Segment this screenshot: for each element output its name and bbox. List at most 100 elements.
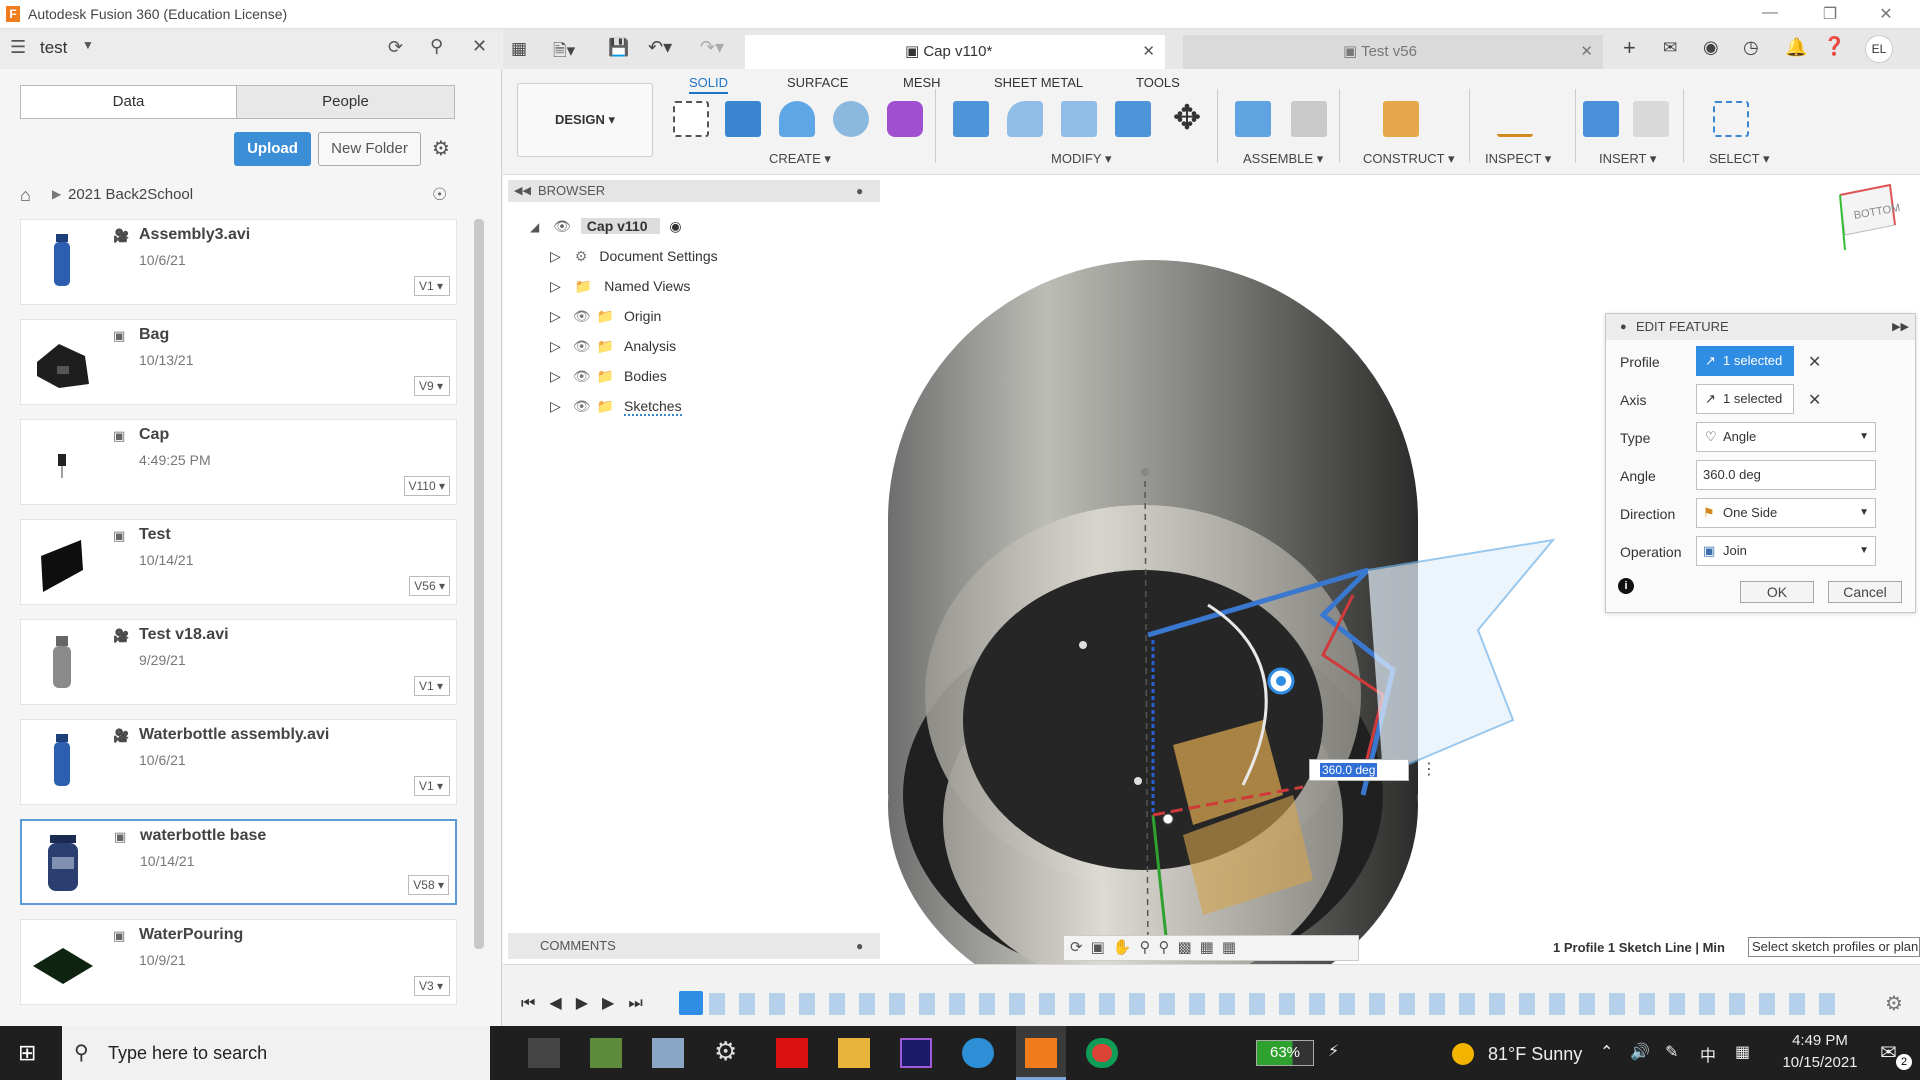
select-menu[interactable]: SELECT ▾ [1709,151,1769,167]
browser-item[interactable]: ▷ 📁 Named Views [550,274,690,298]
construct-menu[interactable]: CONSTRUCT ▾ [1363,151,1455,167]
add-comment-icon[interactable]: ● [856,933,863,959]
orbit-icon[interactable]: ⟳ [1070,939,1091,956]
navigation-bar[interactable]: ⟳▣✋⚲⚲▩▦▦ [1063,935,1359,961]
explorer-app-icon[interactable] [652,1038,684,1068]
file-card[interactable]: 🎥 Waterbottle assembly.avi 10/6/21 V1 ▾ [20,719,457,805]
create-sketch-icon[interactable] [673,101,709,137]
browser-item[interactable]: ▷ ⚙ Document Settings [550,244,718,268]
browser-item[interactable]: ▷ 👁 📁 Origin [550,304,661,328]
tab-mesh[interactable]: MESH [903,75,941,90]
display-settings-icon[interactable]: ▩ [1177,939,1199,956]
ok-button[interactable]: OK [1740,581,1814,603]
tab-solid[interactable]: SOLID [689,75,729,94]
tab-data[interactable]: Data [20,85,237,119]
version-badge[interactable]: V1 ▾ [414,276,450,296]
insert-image-icon[interactable] [1583,101,1619,137]
pan-icon[interactable]: ✋ [1113,939,1140,956]
upload-button[interactable]: Upload [234,132,311,166]
comments-panel-header[interactable]: COMMENTS ● [508,933,880,959]
breadcrumb[interactable]: 2021 Back2School [68,186,193,203]
radio-target-icon[interactable]: ◉ [669,218,681,234]
windows-start-icon[interactable]: ⊞ [18,1040,36,1066]
eye-icon[interactable]: 👁 [573,398,591,414]
gear-icon[interactable]: ⚙ [432,136,450,161]
press-pull-icon[interactable] [953,101,989,137]
zoom-icon[interactable]: ⚲ [1139,939,1158,956]
joint-icon[interactable] [1291,101,1327,137]
shell-icon[interactable] [1115,101,1151,137]
file-card[interactable]: ▣ waterbottle base 10/14/21 V58 ▾ [20,819,457,905]
version-badge[interactable]: V1 ▾ [414,676,450,696]
new-tab-icon[interactable]: + [1623,35,1636,61]
settings-app-icon[interactable]: ⚙ [714,1036,737,1067]
tab-sheet-metal[interactable]: SHEET METAL [994,75,1083,90]
tab-surface[interactable]: SURFACE [787,75,848,90]
expand-icon[interactable]: ▷ [550,368,561,384]
close-tab-icon[interactable]: ✕ [1580,35,1593,69]
close-icon[interactable]: ✕ [1866,4,1906,24]
viewports-icon[interactable]: ▦ [1222,939,1244,956]
assemble-menu[interactable]: ASSEMBLE ▾ [1243,151,1323,167]
keyboard-icon[interactable]: ▦ [1735,1042,1750,1062]
pen-icon[interactable]: ✎ [1665,1042,1678,1062]
hole-icon[interactable] [833,101,869,137]
help-icon[interactable]: ❓ [1823,36,1845,57]
version-badge[interactable]: V58 ▾ [408,875,449,895]
version-badge[interactable]: V1 ▾ [414,776,450,796]
eye-icon[interactable]: 👁 [573,338,591,354]
step-back-icon[interactable]: ◀ [549,995,575,1012]
ime-indicator[interactable]: 中 [1700,1042,1716,1066]
timeline-marker[interactable] [679,991,703,1015]
weather-text[interactable]: 81°F Sunny [1488,1044,1582,1065]
project-selector[interactable]: test [40,38,67,58]
go-to-start-icon[interactable]: ⏮ [521,995,549,1012]
bell-icon[interactable]: 🔔 [1785,37,1807,58]
job-status-icon[interactable]: ◷ [1743,37,1759,58]
battery-indicator[interactable]: 63% [1256,1040,1314,1066]
file-card[interactable]: 🎥 Test v18.avi 9/29/21 V1 ▾ [20,619,457,705]
dialog-header[interactable]: ● EDIT FEATURE ▶▶ [1606,314,1915,340]
step-forward-icon[interactable]: ▶ [602,995,628,1012]
look-at-icon[interactable]: ▣ [1091,939,1113,956]
collapse-triangle-icon[interactable]: ◢ [530,220,539,234]
file-menu-icon[interactable]: 🗎▾ [553,38,575,67]
cancel-button[interactable]: Cancel [1828,581,1902,603]
notifications-icon[interactable]: ✉ [1880,1040,1897,1065]
file-card[interactable]: ▣ Bag 10/13/21 V9 ▾ [20,319,457,405]
file-card[interactable]: ▣ WaterPouring 10/9/21 V3 ▾ [20,919,457,1005]
grid-icon[interactable]: ▦ [1200,939,1222,956]
angle-input[interactable]: 360.0 deg [1309,759,1409,781]
browser-item[interactable]: ▷ 👁 📁 Analysis [550,334,676,358]
new-component-icon[interactable] [1235,101,1271,137]
scrollbar[interactable] [474,219,484,949]
file-card[interactable]: ▣ Test 10/14/21 V56 ▾ [20,519,457,605]
browser-root[interactable]: ◢ 👁 Cap v110 ◉ [530,214,682,238]
workspace-switcher[interactable]: DESIGN ▾ [517,83,653,157]
expand-icon[interactable]: ▷ [550,248,561,264]
insert-mesh-icon[interactable] [1633,101,1669,137]
close-panel-icon[interactable]: ✕ [472,36,487,57]
fillet-icon[interactable] [1007,101,1043,137]
version-badge[interactable]: V3 ▾ [414,976,450,996]
tab-test[interactable]: ▣ Test v56 ✕ [1183,35,1603,69]
apps-grid-icon[interactable]: ▦ [511,39,527,59]
new-folder-button[interactable]: New Folder [318,132,421,166]
chevron-down-icon[interactable]: ▼ [82,38,94,52]
collapse-icon[interactable]: ◀◀ [514,180,531,202]
search-icon[interactable]: ⚲ [430,36,443,57]
tab-cap[interactable]: ▣ Cap v110* ✕ [745,35,1165,69]
offset-plane-icon[interactable] [1383,101,1419,137]
modify-menu[interactable]: MODIFY ▾ [1051,151,1111,167]
inspect-menu[interactable]: INSPECT ▾ [1485,151,1551,167]
expand-icon[interactable]: ▷ [550,338,561,354]
file-card[interactable]: ▣ Cap 4:49:25 PM V110 ▾ [20,419,457,505]
chevron-up-icon[interactable]: ⌃ [1600,1042,1613,1062]
share-icon[interactable]: ☉ [432,185,447,205]
move-icon[interactable]: ✥ [1169,101,1205,137]
type-dropdown[interactable]: ♡ Angle ▼ [1696,422,1876,452]
clear-profile-icon[interactable]: ✕ [1808,352,1821,372]
direction-dropdown[interactable]: ⚑ One Side ▼ [1696,498,1876,528]
clear-axis-icon[interactable]: ✕ [1808,390,1821,410]
minus-circle-icon[interactable]: ● [1620,314,1627,340]
